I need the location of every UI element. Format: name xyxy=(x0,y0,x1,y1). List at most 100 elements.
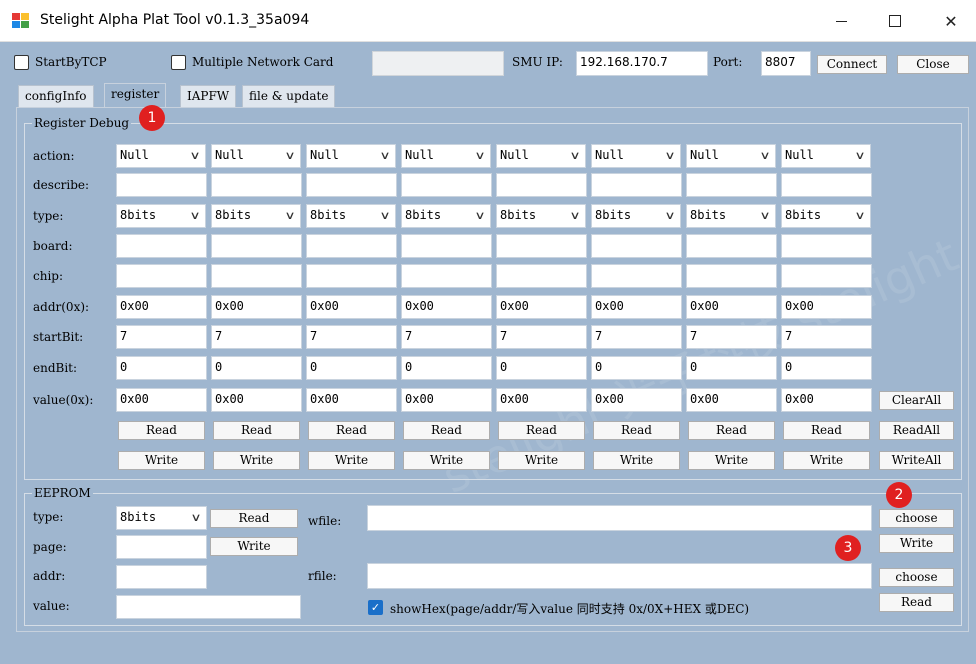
tab-iapfw[interactable]: IAPFW xyxy=(180,85,237,107)
rfile-input[interactable] xyxy=(367,563,872,589)
describe-input[interactable] xyxy=(686,173,777,197)
chip-input[interactable] xyxy=(781,264,872,288)
value-input[interactable]: 0x00 xyxy=(781,388,872,412)
board-input[interactable] xyxy=(686,234,777,258)
write-all-button[interactable]: WriteAll xyxy=(879,451,954,470)
write-register-button[interactable]: Write xyxy=(688,451,775,470)
choose-wfile-button[interactable]: choose xyxy=(879,509,954,528)
chip-input[interactable] xyxy=(401,264,492,288)
value-input[interactable]: 0x00 xyxy=(591,388,682,412)
value-input[interactable]: 0x00 xyxy=(211,388,302,412)
write-register-button[interactable]: Write xyxy=(118,451,205,470)
action-select[interactable]: Null ∨ xyxy=(116,144,206,168)
maximize-button[interactable] xyxy=(872,0,918,42)
board-input[interactable] xyxy=(401,234,492,258)
start-by-tcp-checkbox[interactable] xyxy=(14,55,29,70)
tab-register[interactable]: register xyxy=(104,83,167,107)
eeprom-page-input[interactable] xyxy=(116,535,207,559)
choose-rfile-button[interactable]: choose xyxy=(879,568,954,587)
write-register-button[interactable]: Write xyxy=(783,451,870,470)
startbit-input[interactable]: 7 xyxy=(496,325,587,349)
eeprom-value-input[interactable] xyxy=(116,595,301,619)
action-select[interactable]: Null ∨ xyxy=(496,144,586,168)
board-input[interactable] xyxy=(211,234,302,258)
write-register-button[interactable]: Write xyxy=(593,451,680,470)
minimize-button[interactable] xyxy=(818,0,864,42)
type-select[interactable]: 8bits ∨ xyxy=(591,204,681,228)
tab-file-update[interactable]: file & update xyxy=(242,85,336,107)
addr-input[interactable]: 0x00 xyxy=(686,295,777,319)
read-register-button[interactable]: Read xyxy=(688,421,775,440)
eeprom-addr-input[interactable] xyxy=(116,565,207,589)
action-select[interactable]: Null ∨ xyxy=(306,144,396,168)
chip-input[interactable] xyxy=(306,264,397,288)
describe-input[interactable] xyxy=(306,173,397,197)
endbit-input[interactable]: 0 xyxy=(116,356,207,380)
describe-input[interactable] xyxy=(496,173,587,197)
type-select[interactable]: 8bits ∨ xyxy=(686,204,776,228)
read-register-button[interactable]: Read xyxy=(783,421,870,440)
read-register-button[interactable]: Read xyxy=(308,421,395,440)
endbit-input[interactable]: 0 xyxy=(306,356,397,380)
value-input[interactable]: 0x00 xyxy=(686,388,777,412)
value-input[interactable]: 0x00 xyxy=(496,388,587,412)
port-input[interactable]: 8807 xyxy=(761,51,811,76)
type-select[interactable]: 8bits ∨ xyxy=(306,204,396,228)
chip-input[interactable] xyxy=(686,264,777,288)
startbit-input[interactable]: 7 xyxy=(211,325,302,349)
action-select[interactable]: Null ∨ xyxy=(686,144,776,168)
value-input[interactable]: 0x00 xyxy=(116,388,207,412)
read-register-button[interactable]: Read xyxy=(593,421,680,440)
chip-input[interactable] xyxy=(211,264,302,288)
write-file-button[interactable]: Write xyxy=(879,534,954,553)
action-select[interactable]: Null ∨ xyxy=(401,144,491,168)
read-register-button[interactable]: Read xyxy=(498,421,585,440)
startbit-input[interactable]: 7 xyxy=(401,325,492,349)
eeprom-read-button[interactable]: Read xyxy=(210,509,298,528)
describe-input[interactable] xyxy=(591,173,682,197)
eeprom-write-button[interactable]: Write xyxy=(210,537,298,556)
startbit-input[interactable]: 7 xyxy=(306,325,397,349)
board-input[interactable] xyxy=(781,234,872,258)
chip-input[interactable] xyxy=(116,264,207,288)
close-window-button[interactable]: ✕ xyxy=(928,0,974,42)
board-input[interactable] xyxy=(306,234,397,258)
value-input[interactable]: 0x00 xyxy=(306,388,397,412)
smu-ip-input[interactable]: 192.168.170.7 xyxy=(576,51,708,76)
write-register-button[interactable]: Write xyxy=(308,451,395,470)
action-select[interactable]: Null ∨ xyxy=(781,144,871,168)
nic-select[interactable] xyxy=(372,51,504,76)
addr-input[interactable]: 0x00 xyxy=(591,295,682,319)
type-select[interactable]: 8bits ∨ xyxy=(401,204,491,228)
endbit-input[interactable]: 0 xyxy=(686,356,777,380)
write-register-button[interactable]: Write xyxy=(403,451,490,470)
read-register-button[interactable]: Read xyxy=(403,421,490,440)
connect-button[interactable]: Connect xyxy=(817,55,887,74)
startbit-input[interactable]: 7 xyxy=(116,325,207,349)
read-register-button[interactable]: Read xyxy=(213,421,300,440)
type-select[interactable]: 8bits ∨ xyxy=(211,204,301,228)
action-select[interactable]: Null ∨ xyxy=(211,144,301,168)
clear-all-button[interactable]: ClearAll xyxy=(879,391,954,410)
addr-input[interactable]: 0x00 xyxy=(116,295,207,319)
close-button[interactable]: Close xyxy=(897,55,969,74)
startbit-input[interactable]: 7 xyxy=(686,325,777,349)
endbit-input[interactable]: 0 xyxy=(211,356,302,380)
addr-input[interactable]: 0x00 xyxy=(306,295,397,319)
endbit-input[interactable]: 0 xyxy=(591,356,682,380)
board-input[interactable] xyxy=(496,234,587,258)
startbit-input[interactable]: 7 xyxy=(591,325,682,349)
wfile-input[interactable] xyxy=(367,505,872,531)
describe-input[interactable] xyxy=(401,173,492,197)
read-register-button[interactable]: Read xyxy=(118,421,205,440)
read-all-button[interactable]: ReadAll xyxy=(879,421,954,440)
write-register-button[interactable]: Write xyxy=(498,451,585,470)
tab-configinfo[interactable]: configInfo xyxy=(18,85,94,107)
addr-input[interactable]: 0x00 xyxy=(781,295,872,319)
startbit-input[interactable]: 7 xyxy=(781,325,872,349)
type-select[interactable]: 8bits ∨ xyxy=(496,204,586,228)
describe-input[interactable] xyxy=(781,173,872,197)
read-file-button[interactable]: Read xyxy=(879,593,954,612)
endbit-input[interactable]: 0 xyxy=(401,356,492,380)
endbit-input[interactable]: 0 xyxy=(781,356,872,380)
